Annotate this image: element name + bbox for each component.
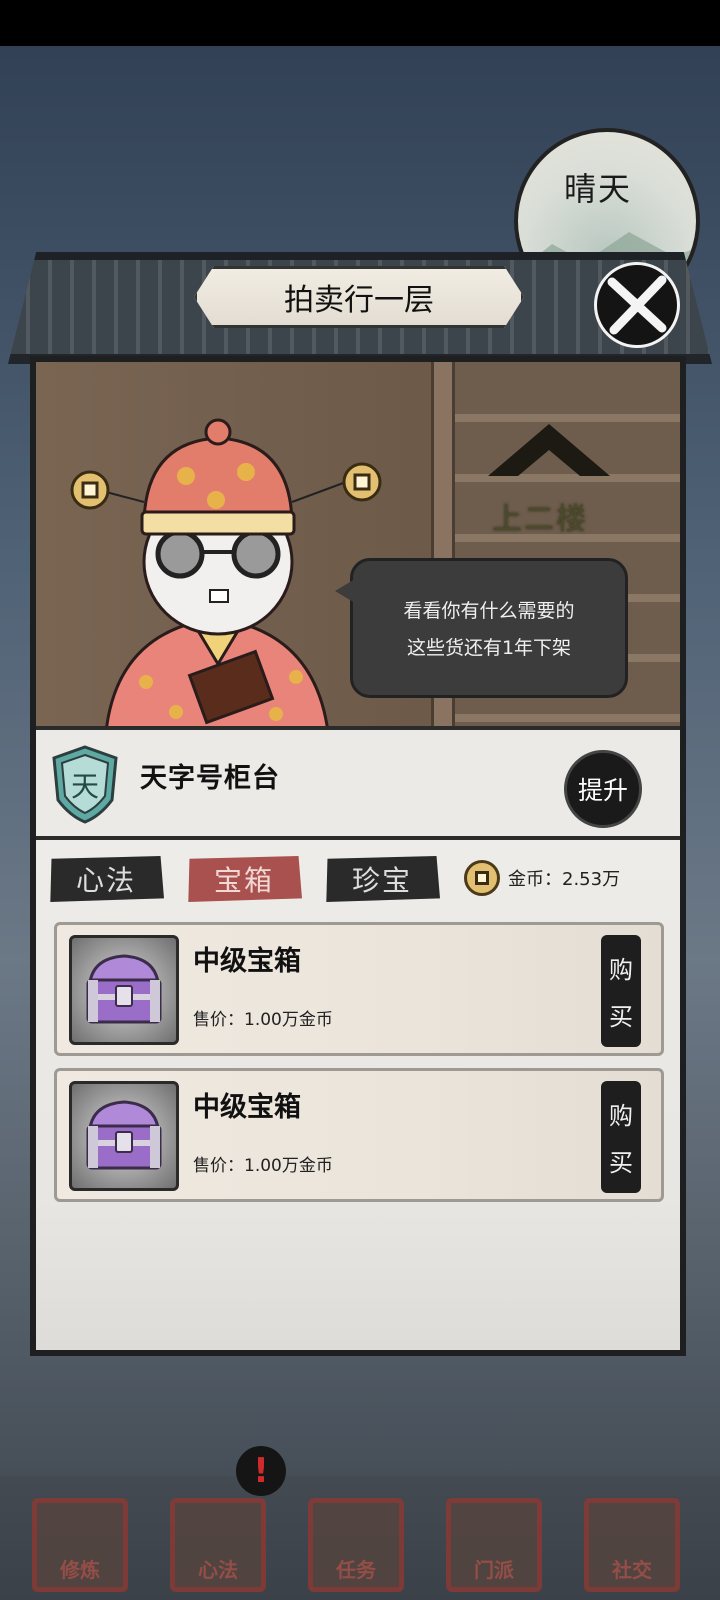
tab-xinfa[interactable]: 心法 <box>50 856 164 902</box>
shop-scene: 上二楼 看看你有什么需要的 这些货还有1年下架 <box>36 362 680 726</box>
merchant-speech-bubble: 看看你有什么需要的 这些货还有1年下架 <box>335 558 628 698</box>
buy-label-2: 买 <box>609 1149 633 1177</box>
status-bar <box>0 0 720 46</box>
item-thumbnail <box>69 1081 179 1191</box>
alert-badge-icon: ! <box>236 1446 286 1496</box>
nav-label: 修炼 <box>60 1558 100 1582</box>
page-title: 拍卖行一层 <box>284 283 434 318</box>
tab-baoxiang[interactable]: 宝箱 <box>188 856 302 902</box>
nav-label: 任务 <box>336 1558 376 1582</box>
buy-button[interactable]: 购 买 <box>601 935 641 1047</box>
merchant-character <box>70 418 382 726</box>
buy-label-1: 购 <box>609 1102 633 1130</box>
treasure-chest-icon <box>86 1100 162 1170</box>
shop-frame: 上二楼 看看你有什么需要的 这些货还有1年下架 天 天字号柜台 提升 心法 宝箱… <box>30 356 686 1356</box>
nav-xinfa[interactable]: 心法 <box>170 1498 266 1592</box>
page-title-plaque: 拍卖行一层 <box>194 266 524 328</box>
badge-char: 天 <box>71 770 99 803</box>
item-name: 中级宝箱 <box>193 946 301 977</box>
item-price: 售价：1.00万金币 <box>193 1010 333 1030</box>
upstairs-button[interactable]: 上二楼 <box>492 494 588 538</box>
tab-zhenbao[interactable]: 珍宝 <box>326 856 440 902</box>
upstairs-arrow-icon[interactable] <box>484 420 614 480</box>
item-name: 中级宝箱 <box>193 1092 301 1123</box>
coin-icon <box>464 860 500 896</box>
nav-label: 门派 <box>474 1558 514 1582</box>
nav-tasks[interactable]: 任务 <box>308 1498 404 1592</box>
nav-cultivation[interactable]: 修炼 <box>32 1498 128 1592</box>
nav-sect[interactable]: 门派 <box>446 1498 542 1592</box>
counter-rank-badge-icon: 天 <box>52 745 118 824</box>
speech-line-1: 看看你有什么需要的 <box>403 600 575 622</box>
treasure-chest-icon <box>86 954 162 1024</box>
item-price: 售价：1.00万金币 <box>193 1156 333 1176</box>
counter-title: 天字号柜台 <box>140 763 280 794</box>
buy-label-2: 买 <box>609 1003 633 1031</box>
nav-label: 心法 <box>198 1558 238 1582</box>
buy-label-1: 购 <box>609 956 633 984</box>
close-icon <box>607 275 667 335</box>
close-button[interactable] <box>594 262 680 348</box>
weather-label: 晴天 <box>564 170 633 208</box>
bottom-nav: 修炼 心法 任务 门派 社交 <box>0 1476 720 1600</box>
item-thumbnail <box>69 935 179 1045</box>
nav-social[interactable]: 社交 <box>584 1498 680 1592</box>
coin-balance-text: 金币：2.53万 <box>508 869 621 890</box>
item-card: 中级宝箱 售价：1.00万金币 购 买 <box>54 922 664 1056</box>
item-list-panel: 心法 宝箱 珍宝 金币：2.53万 中级宝箱 售价：1.00万金币 购 买 中级… <box>36 840 680 1350</box>
nav-label: 社交 <box>612 1558 652 1582</box>
upgrade-button[interactable]: 提升 <box>564 750 642 828</box>
coin-balance: 金币：2.53万 <box>464 860 620 896</box>
buy-button[interactable]: 购 买 <box>601 1081 641 1193</box>
counter-panel: 天 天字号柜台 提升 <box>36 726 680 840</box>
speech-line-2: 这些货还有1年下架 <box>406 637 572 659</box>
item-card: 中级宝箱 售价：1.00万金币 购 买 <box>54 1068 664 1202</box>
